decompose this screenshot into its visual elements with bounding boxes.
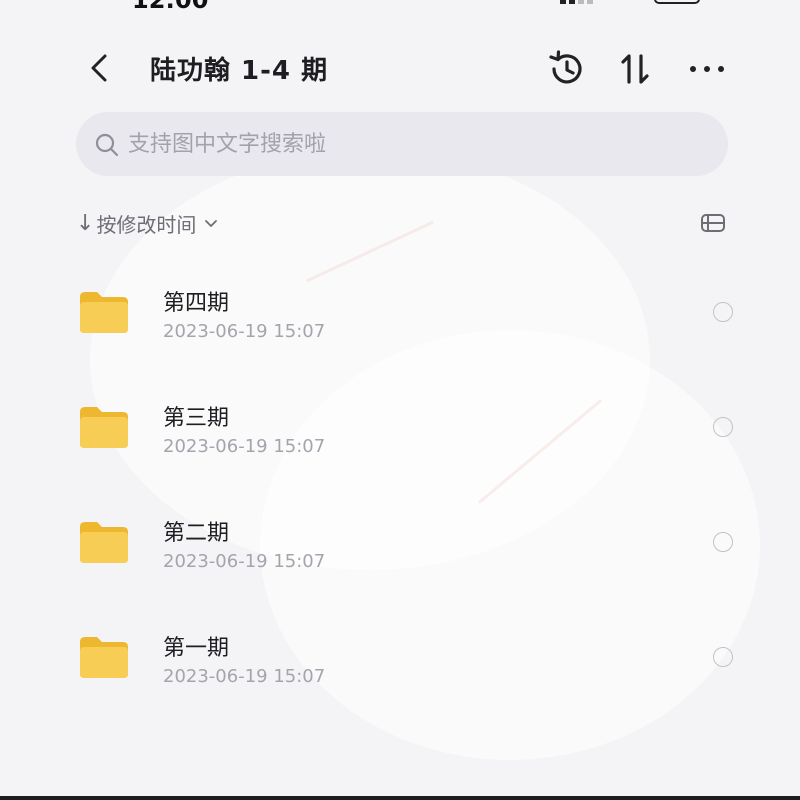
history-icon bbox=[549, 50, 582, 84]
list-view-icon bbox=[701, 214, 725, 232]
search-bar[interactable] bbox=[76, 112, 728, 176]
sort-label: 按修改时间 bbox=[96, 212, 197, 237]
item-name: 第二期 bbox=[163, 521, 230, 546]
bottom-edge bbox=[0, 796, 800, 800]
status-time: 12:00 bbox=[132, 0, 209, 14]
chevron-left-icon bbox=[91, 54, 107, 82]
list-item[interactable]: 第一期 2023-06-19 15:07 bbox=[0, 600, 800, 715]
folder-icon bbox=[80, 637, 128, 678]
item-date: 2023-06-19 15:07 bbox=[163, 666, 326, 687]
folder-icon bbox=[80, 292, 128, 333]
folder-icon bbox=[80, 407, 128, 448]
item-name: 第一期 bbox=[163, 636, 230, 661]
list-item[interactable]: 第四期 2023-06-19 15:07 bbox=[0, 255, 800, 370]
sort-direction-arrow: ↓ bbox=[76, 210, 95, 236]
signal-icon bbox=[560, 0, 596, 4]
page-title: 陆功翰 1-4 期 bbox=[150, 56, 329, 86]
history-button[interactable] bbox=[546, 48, 588, 90]
search-input[interactable] bbox=[128, 112, 708, 176]
battery-icon bbox=[654, 0, 700, 4]
sort-dropdown[interactable]: ↓ 按修改时间 bbox=[76, 206, 220, 240]
chevron-down-icon bbox=[205, 220, 218, 227]
status-bar: 12:00 bbox=[0, 0, 800, 14]
select-radio[interactable] bbox=[713, 302, 733, 322]
sort-button[interactable] bbox=[614, 48, 656, 90]
list-item[interactable]: 第三期 2023-06-19 15:07 bbox=[0, 370, 800, 485]
header-bar: 陆功翰 1-4 期 bbox=[0, 40, 800, 96]
item-date: 2023-06-19 15:07 bbox=[163, 436, 326, 457]
more-button[interactable] bbox=[686, 48, 728, 90]
folder-icon bbox=[80, 522, 128, 563]
select-radio[interactable] bbox=[713, 647, 733, 667]
item-name: 第四期 bbox=[163, 291, 230, 316]
more-horizontal-icon bbox=[690, 66, 724, 72]
file-list: 第四期 2023-06-19 15:07 第三期 2023-06-19 15:0… bbox=[0, 255, 800, 715]
search-icon bbox=[95, 133, 119, 157]
select-radio[interactable] bbox=[713, 532, 733, 552]
item-name: 第三期 bbox=[163, 406, 230, 431]
item-date: 2023-06-19 15:07 bbox=[163, 321, 326, 342]
view-toggle-button[interactable] bbox=[698, 208, 728, 238]
back-button[interactable] bbox=[82, 48, 118, 88]
sort-updown-icon bbox=[621, 54, 649, 84]
list-item[interactable]: 第二期 2023-06-19 15:07 bbox=[0, 485, 800, 600]
item-date: 2023-06-19 15:07 bbox=[163, 551, 326, 572]
select-radio[interactable] bbox=[713, 417, 733, 437]
